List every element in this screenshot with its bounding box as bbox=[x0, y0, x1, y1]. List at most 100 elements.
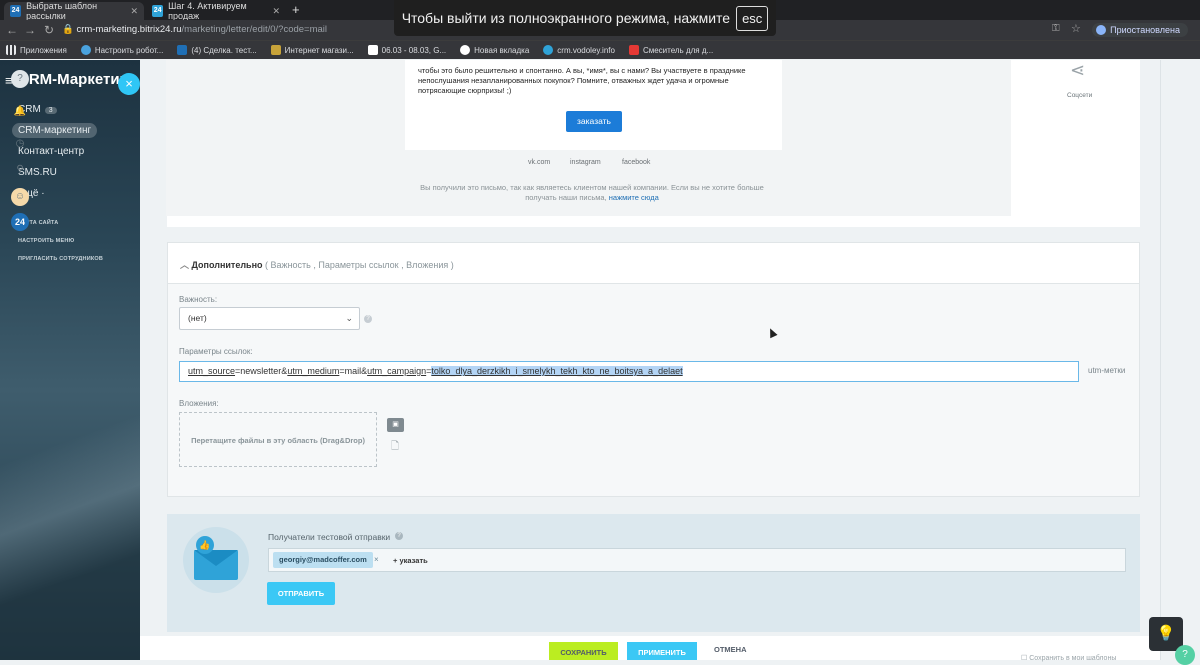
right-icon-bar bbox=[1160, 60, 1200, 660]
bookmark[interactable]: crm.vodoley.info bbox=[543, 45, 615, 55]
social-link-vk[interactable]: vk.com bbox=[528, 159, 550, 166]
sidebar-background bbox=[0, 360, 140, 660]
file-dropzone[interactable]: Перетащите файлы в эту область (Drag&Dro… bbox=[179, 412, 377, 467]
bookmark[interactable]: 06.03 - 08.03, G... bbox=[367, 45, 447, 55]
remove-recipient-icon[interactable]: × bbox=[374, 555, 379, 564]
bookmark-apps[interactable]: Приложения bbox=[6, 45, 67, 55]
utm-value: =newsletter& bbox=[235, 366, 288, 376]
extra-title-label: Дополнительно bbox=[191, 260, 263, 270]
social-link-facebook[interactable]: facebook bbox=[622, 159, 650, 166]
key-icon[interactable]: ⚿ bbox=[1052, 23, 1060, 34]
save-template-label: Сохранить в мои шаблоны bbox=[1029, 655, 1117, 662]
back-icon[interactable]: ← bbox=[6, 23, 18, 37]
importance-select[interactable]: (нет) ⌄ bbox=[179, 307, 360, 330]
forward-icon[interactable]: → bbox=[24, 23, 36, 37]
lock-icon: 🔒 bbox=[62, 24, 77, 35]
bookmark-label: (4) Сделка. тест... bbox=[191, 45, 257, 55]
link-params-label: Параметры ссылок: bbox=[179, 347, 253, 356]
search-icon[interactable]: ⚲ bbox=[11, 161, 29, 179]
bookmark-label: Приложения bbox=[20, 45, 67, 55]
share-label: Соцсети bbox=[1067, 92, 1093, 99]
letter-line: потрясающие сюрпризы! ;) bbox=[418, 86, 512, 95]
share-icon: ⋖ bbox=[1070, 60, 1086, 80]
lightbulb-icon[interactable]: 💡 bbox=[1149, 617, 1183, 651]
test-recipients-label: Получатели тестовой отправки bbox=[268, 532, 391, 542]
cancel-button[interactable]: ОТМЕНА bbox=[714, 645, 747, 654]
utm-tags-link[interactable]: utm-метки bbox=[1088, 366, 1125, 375]
help-icon[interactable]: ? bbox=[395, 532, 403, 540]
unsubscribe-link[interactable]: нажмите сюда bbox=[609, 193, 659, 202]
close-tab-icon[interactable]: ✕ bbox=[130, 6, 138, 17]
esc-key-badge: esc bbox=[736, 5, 769, 31]
fullscreen-notice: Чтобы выйти из полноэкранного режима, на… bbox=[394, 0, 776, 36]
extra-sublinks: ( Важность , Параметры ссылок , Вложения… bbox=[265, 260, 454, 270]
reload-icon[interactable]: ↻ bbox=[44, 23, 54, 37]
bookmark[interactable]: Настроить робот... bbox=[80, 45, 164, 55]
importance-value: (нет) bbox=[188, 313, 207, 323]
bitrix-favicon-icon: 24 bbox=[152, 5, 164, 17]
sidebar-link-configure-menu[interactable]: НАСТРОИТЬ МЕНЮ bbox=[18, 238, 74, 244]
bookmark-label: 06.03 - 08.03, G... bbox=[381, 45, 447, 55]
help-icon[interactable]: ? bbox=[364, 315, 372, 323]
bookmark[interactable]: Интернет магази... bbox=[270, 45, 354, 55]
social-link-instagram[interactable]: instagram bbox=[570, 159, 601, 166]
save-template-checkbox[interactable]: ☐ Сохранить в мои шаблоны bbox=[1021, 654, 1116, 662]
cloud-icon bbox=[80, 45, 91, 55]
send-test-button[interactable]: ОТПРАВИТЬ bbox=[267, 582, 335, 605]
chevron-down-icon: ⌄ bbox=[345, 313, 353, 323]
help-chat-icon[interactable]: ? bbox=[1175, 645, 1195, 665]
browser-tab[interactable]: 24 Шаг 4. Активируем продаж ✕ bbox=[146, 1, 286, 21]
bell-icon[interactable]: 🔔 bbox=[11, 103, 29, 121]
bookmark[interactable]: (4) Сделка. тест... bbox=[177, 45, 257, 55]
new-tab-button[interactable]: + bbox=[292, 2, 300, 17]
image-upload-icon[interactable]: ▣ bbox=[387, 418, 404, 432]
bookmark-label: Настроить робот... bbox=[94, 45, 164, 55]
sidebar-link-invite[interactable]: ПРИГЛАСИТЬ СОТРУДНИКОВ bbox=[18, 256, 103, 262]
close-tab-icon[interactable]: ✕ bbox=[272, 6, 280, 17]
letter-line: чтобы это было решительно и спонтанно. А… bbox=[418, 66, 746, 75]
unsubscribe-text-body: Вы получили это письмо, так как являетес… bbox=[420, 183, 764, 202]
star-icon[interactable]: ☆ bbox=[1071, 22, 1081, 35]
bookmark[interactable]: Новая вкладка bbox=[460, 45, 529, 55]
bookmark-label: Смеситель для д... bbox=[642, 45, 714, 55]
unsubscribe-text: Вы получили это письмо, так как являетес… bbox=[412, 183, 772, 203]
bitrix24-logo-icon[interactable]: 24 bbox=[11, 213, 29, 231]
drop-icon bbox=[543, 45, 554, 55]
order-button[interactable]: заказать bbox=[566, 111, 622, 132]
bookmark-label: crm.vodoley.info bbox=[557, 45, 615, 55]
utm-params-input[interactable]: utm_source=newsletter&utm_medium=mail&ut… bbox=[179, 361, 1079, 382]
sidebar-count-badge: 3 bbox=[44, 107, 57, 114]
file-upload-icon[interactable]: 🗋 bbox=[391, 439, 399, 456]
recipient-chip[interactable]: georgiy@madcoffer.com bbox=[273, 552, 373, 568]
profile-button[interactable]: Приостановлена bbox=[1092, 23, 1188, 37]
close-sidebar-button[interactable]: × bbox=[118, 73, 140, 95]
browser-tab[interactable]: 24 Выбрать шаблон рассылки ✕ bbox=[4, 1, 144, 21]
letter-text: чтобы это было решительно и спонтанно. А… bbox=[418, 62, 768, 96]
faucet-icon bbox=[628, 45, 639, 55]
utm-value: =mail& bbox=[339, 366, 368, 376]
profile-label: Приостановлена bbox=[1110, 25, 1180, 35]
bitrix-icon bbox=[177, 45, 188, 55]
utm-key: utm_source bbox=[188, 366, 236, 376]
url-host: crm-marketing.bitrix24.ru bbox=[76, 24, 182, 35]
save-button[interactable]: СОХРАНИТЬ bbox=[549, 642, 618, 660]
shop-icon bbox=[270, 45, 281, 55]
bitrix-favicon-icon: 24 bbox=[10, 5, 22, 17]
importance-label: Важность: bbox=[179, 295, 218, 304]
avatar[interactable]: ☺ bbox=[11, 188, 29, 206]
fullscreen-notice-text: Чтобы выйти из полноэкранного режима, на… bbox=[401, 10, 731, 26]
extra-settings-title[interactable]: ︿ Дополнительно ( Важность , Параметры с… bbox=[180, 258, 454, 271]
bookmark-label: Новая вкладка bbox=[474, 45, 530, 55]
chevron-up-icon: ︿ bbox=[180, 260, 192, 270]
add-recipient-link[interactable]: + указать bbox=[393, 556, 428, 565]
globe-icon bbox=[460, 45, 471, 55]
avatar bbox=[1096, 25, 1107, 35]
utm-key: utm_medium bbox=[287, 366, 340, 376]
clock-icon[interactable]: ◷ bbox=[11, 135, 29, 153]
apply-button[interactable]: ПРИМЕНИТЬ bbox=[627, 642, 697, 660]
bookmark[interactable]: Смеситель для д... bbox=[628, 45, 714, 55]
help-circle-icon[interactable]: ? bbox=[11, 70, 29, 88]
tab-title: Шаг 4. Активируем продаж bbox=[168, 1, 247, 21]
envelope-icon bbox=[194, 550, 238, 580]
thumbs-up-icon: 👍 bbox=[196, 536, 214, 554]
